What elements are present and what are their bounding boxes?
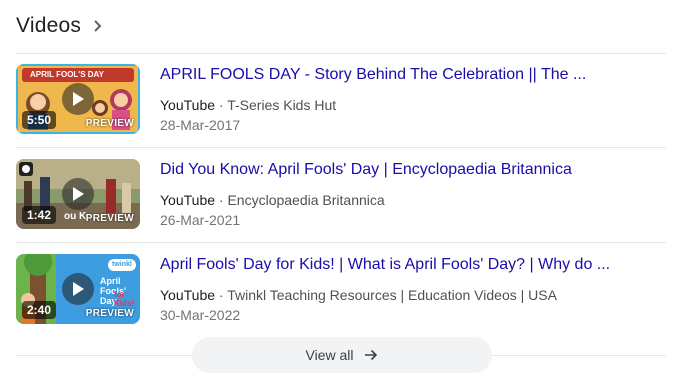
arrow-right-icon (363, 347, 379, 363)
meta-separator: · (215, 192, 228, 208)
video-source: YouTube (160, 287, 216, 303)
video-duration: 2:40 (22, 301, 57, 319)
video-meta: YouTube · Twinkl Teaching Resources | Ed… (160, 285, 660, 305)
meta-separator: · (215, 97, 228, 113)
thumbnail-caption: ou K (64, 211, 87, 222)
video-source: YouTube (160, 192, 216, 208)
video-meta: YouTube · T-Series Kids Hut (160, 95, 660, 115)
videos-header[interactable]: Videos (16, 12, 105, 40)
video-duration: 1:42 (22, 206, 57, 224)
view-all-button[interactable]: View all (192, 337, 492, 373)
preview-label: PREVIEW (85, 118, 134, 129)
video-thumbnail[interactable]: ou K 1:42 PREVIEW (16, 159, 140, 229)
play-icon[interactable] (62, 178, 94, 210)
thumbnail-caption: for Kids! (114, 290, 134, 308)
video-result[interactable]: ou K 1:42 PREVIEW Did You Know: April Fo… (16, 159, 666, 231)
divider (16, 242, 666, 243)
divider (16, 53, 666, 54)
videos-title[interactable]: Videos (16, 14, 81, 38)
video-result[interactable]: APRIL FOOL'S DAY 5:50 PREVIEW APRIL FOOL… (16, 64, 666, 136)
video-channel: Twinkl Teaching Resources | Education Vi… (227, 287, 557, 303)
video-date: 28-Mar-2017 (160, 117, 241, 133)
video-thumbnail[interactable]: twinkl April Fools' Day for Kids! 2:40 P… (16, 254, 140, 324)
video-result[interactable]: twinkl April Fools' Day for Kids! 2:40 P… (16, 254, 666, 326)
divider (16, 147, 666, 148)
video-channel: T-Series Kids Hut (227, 97, 337, 113)
video-date: 30-Mar-2022 (160, 307, 241, 323)
preview-label: PREVIEW (85, 213, 134, 224)
video-thumbnail[interactable]: APRIL FOOL'S DAY 5:50 PREVIEW (16, 64, 140, 134)
video-date: 26-Mar-2021 (160, 212, 241, 228)
video-title-link[interactable]: APRIL FOOLS DAY - Story Behind The Celeb… (160, 64, 660, 86)
video-meta: YouTube · Encyclopaedia Britannica (160, 190, 660, 210)
video-channel: Encyclopaedia Britannica (227, 192, 385, 208)
video-source: YouTube (160, 97, 216, 113)
video-duration: 5:50 (22, 111, 57, 129)
video-title-link[interactable]: Did You Know: April Fools' Day | Encyclo… (160, 159, 660, 181)
thumbnail-caption: APRIL FOOL'S DAY (30, 70, 104, 79)
play-icon[interactable] (62, 83, 94, 115)
meta-separator: · (215, 287, 228, 303)
preview-label: PREVIEW (85, 308, 134, 319)
view-all-label: View all (305, 347, 354, 363)
video-title-link[interactable]: April Fools' Day for Kids! | What is Apr… (160, 254, 660, 276)
play-icon[interactable] (62, 273, 94, 305)
thumbnail-badge: twinkl (112, 261, 132, 268)
chevron-right-icon[interactable] (91, 19, 105, 33)
